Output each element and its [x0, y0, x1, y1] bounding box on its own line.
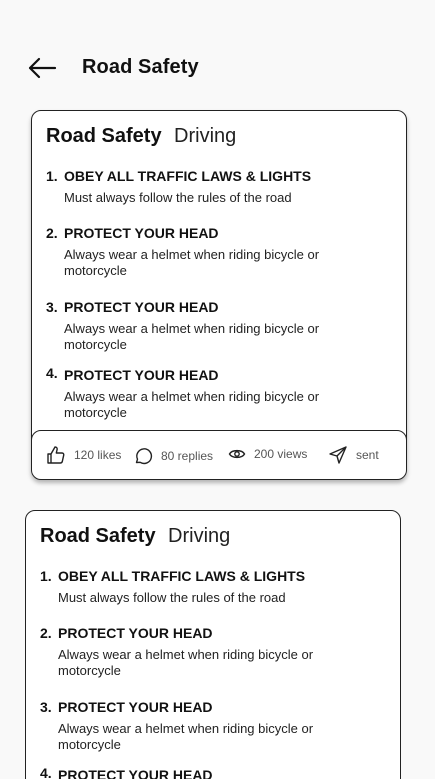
comment-icon	[135, 448, 153, 465]
item-heading: PROTECT YOUR HEAD	[64, 299, 219, 315]
send-label: sent	[356, 448, 379, 462]
card-header: Road Safety Driving	[46, 125, 236, 148]
item-number: 2.	[46, 225, 58, 241]
item-number: 4.	[40, 765, 52, 779]
card-footer: 120 likes 80 replies 200 views sent	[32, 430, 406, 479]
views-count: 200 views	[254, 447, 308, 461]
item-heading: PROTECT YOUR HEAD	[58, 767, 213, 779]
item-description: Must always follow the rules of the road	[64, 190, 292, 205]
item-heading: OBEY ALL TRAFFIC LAWS & LIGHTS	[64, 168, 312, 184]
item-number: 1.	[40, 568, 52, 584]
thumbs-up-icon	[47, 446, 65, 464]
views-stat[interactable]: 200 views	[228, 445, 307, 463]
item-heading: OBEY ALL TRAFFIC LAWS & LIGHTS	[58, 568, 306, 584]
item-description: Always wear a helmet when riding bicycle…	[58, 647, 314, 678]
item-description: Must always follow the rules of the road	[58, 590, 286, 605]
item-number: 4.	[46, 365, 58, 381]
like-button[interactable]: 120 likes	[46, 445, 121, 465]
back-button[interactable]	[26, 55, 58, 81]
likes-count: 120 likes	[74, 448, 122, 462]
card-category: Driving	[174, 125, 237, 147]
reply-button[interactable]: 80 replies	[133, 446, 213, 466]
item-heading: PROTECT YOUR HEAD	[64, 367, 219, 383]
post-card[interactable]: Road Safety Driving 1. OBEY ALL TRAFFIC …	[31, 110, 407, 480]
item-number: 2.	[40, 625, 52, 641]
send-button[interactable]: sent	[328, 445, 379, 465]
card-title: Road Safety	[46, 125, 162, 147]
item-description: Always wear a helmet when riding bicycle…	[64, 321, 320, 352]
item-number: 3.	[40, 699, 52, 715]
replies-count: 80 replies	[161, 449, 214, 463]
item-heading: PROTECT YOUR HEAD	[58, 699, 213, 715]
item-heading: PROTECT YOUR HEAD	[58, 625, 213, 641]
page-title: Road Safety	[82, 56, 199, 78]
card-title: Road Safety	[40, 525, 156, 547]
item-number: 1.	[46, 168, 58, 184]
card-header: Road Safety Driving	[40, 525, 230, 548]
send-icon	[329, 446, 347, 464]
item-number: 3.	[46, 299, 58, 315]
card-category: Driving	[168, 525, 231, 547]
arrow-left-icon	[28, 57, 57, 79]
item-description: Always wear a helmet when riding bicycle…	[58, 721, 314, 752]
post-card[interactable]: Road Safety Driving 1. OBEY ALL TRAFFIC …	[25, 510, 401, 779]
eye-icon	[228, 449, 246, 459]
app-header: Road Safety	[0, 0, 435, 100]
item-description: Always wear a helmet when riding bicycle…	[64, 247, 320, 278]
item-heading: PROTECT YOUR HEAD	[64, 225, 219, 241]
item-description: Always wear a helmet when riding bicycle…	[64, 389, 320, 420]
